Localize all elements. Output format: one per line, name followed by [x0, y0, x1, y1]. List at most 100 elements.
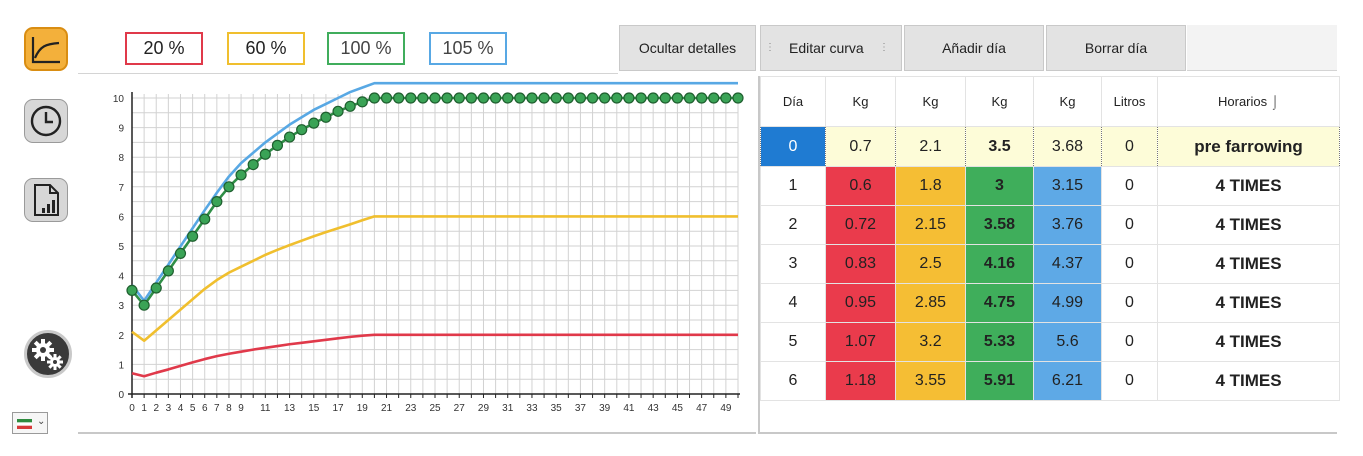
data-point-100[interactable] — [223, 181, 235, 193]
data-point-100[interactable] — [235, 169, 247, 181]
data-point-100[interactable] — [174, 247, 187, 259]
cell-liters[interactable]: 0 — [1101, 166, 1158, 206]
cell-kg-60[interactable]: 2.1 — [895, 126, 966, 167]
data-point-100[interactable] — [199, 213, 211, 225]
cell-kg-100[interactable]: 4.16 — [965, 244, 1034, 284]
cell-kg-60[interactable]: 2.85 — [895, 283, 966, 323]
data-point-100[interactable] — [356, 96, 368, 108]
legend-item-60[interactable]: 60 % — [227, 32, 305, 65]
data-point-100[interactable] — [671, 92, 684, 104]
cell-kg-105[interactable]: 3.68 — [1033, 126, 1102, 167]
data-point-100[interactable] — [150, 282, 162, 294]
col-header-kg-100[interactable]: Kg — [965, 76, 1034, 127]
data-point-100[interactable] — [417, 92, 429, 104]
data-point-100[interactable] — [247, 158, 259, 171]
report-button[interactable] — [24, 178, 68, 222]
cell-kg-100[interactable]: 3.58 — [965, 205, 1034, 245]
cell-kg-60[interactable]: 2.15 — [895, 205, 966, 245]
data-point-100[interactable] — [405, 92, 417, 104]
cell-kg-100[interactable]: 5.33 — [965, 322, 1034, 362]
cell-kg-60[interactable]: 2.5 — [895, 244, 966, 284]
cell-kg-105[interactable]: 3.76 — [1033, 205, 1102, 245]
data-point-100[interactable] — [538, 92, 550, 104]
cell-day[interactable]: 6 — [760, 361, 826, 401]
cell-liters[interactable]: 0 — [1101, 205, 1158, 245]
cell-kg-60[interactable]: 3.55 — [895, 361, 966, 401]
data-point-100[interactable] — [283, 131, 296, 143]
data-point-100[interactable] — [186, 230, 199, 242]
legend-item-100[interactable]: 100 % — [327, 32, 405, 65]
table-row[interactable]: 0 0.7 2.1 3.5 3.68 0 pre farrowing — [760, 126, 1340, 167]
data-point-100[interactable] — [490, 92, 502, 104]
data-point-100[interactable] — [720, 92, 732, 104]
data-point-100[interactable] — [550, 92, 562, 104]
data-point-100[interactable] — [453, 92, 465, 104]
language-selector[interactable]: ⌄ — [12, 412, 48, 434]
cell-liters[interactable]: 0 — [1101, 283, 1158, 323]
cell-kg-20[interactable]: 0.7 — [825, 126, 896, 167]
data-point-100[interactable] — [429, 92, 441, 104]
cell-liters[interactable]: 0 — [1101, 244, 1158, 284]
col-header-kg-20[interactable]: Kg — [825, 76, 896, 127]
data-point-100[interactable] — [708, 92, 720, 104]
cell-kg-20[interactable]: 1.07 — [825, 322, 896, 362]
cell-day[interactable]: 3 — [760, 244, 826, 284]
data-point-100[interactable] — [162, 265, 174, 277]
cell-kg-20[interactable]: 1.18 — [825, 361, 896, 401]
data-point-100[interactable] — [380, 92, 393, 104]
data-point-100[interactable] — [211, 195, 223, 208]
cell-schedule[interactable]: pre farrowing — [1157, 126, 1340, 167]
cell-schedule[interactable]: 4 TIMES — [1157, 322, 1340, 362]
legend-item-105[interactable]: 105 % — [429, 32, 507, 65]
cell-kg-60[interactable]: 1.8 — [895, 166, 966, 206]
cell-liters[interactable]: 0 — [1101, 322, 1158, 362]
cell-kg-100[interactable]: 4.75 — [965, 283, 1034, 323]
cell-kg-20[interactable]: 0.72 — [825, 205, 896, 245]
cell-kg-100[interactable]: 3.5 — [965, 126, 1034, 167]
cell-liters[interactable]: 0 — [1101, 126, 1158, 167]
cell-kg-100[interactable]: 3 — [965, 166, 1034, 206]
data-point-100[interactable] — [586, 92, 599, 104]
cell-schedule[interactable]: 4 TIMES — [1157, 361, 1340, 401]
col-header-kg-60[interactable]: Kg — [895, 76, 966, 127]
data-point-100[interactable] — [126, 284, 138, 296]
data-point-100[interactable] — [562, 92, 574, 104]
data-point-100[interactable] — [465, 92, 477, 104]
cell-kg-20[interactable]: 0.6 — [825, 166, 896, 206]
edit-curve-button[interactable]: ⋮ Editar curva ⋮ — [760, 25, 902, 71]
cell-kg-20[interactable]: 0.95 — [825, 283, 896, 323]
data-point-100[interactable] — [574, 92, 587, 104]
data-point-100[interactable] — [526, 92, 538, 104]
cell-day[interactable]: 0 — [760, 126, 826, 167]
table-row[interactable]: 3 0.83 2.5 4.16 4.37 0 4 TIMES — [760, 244, 1340, 284]
data-point-100[interactable] — [308, 117, 320, 129]
cell-schedule[interactable]: 4 TIMES — [1157, 244, 1340, 284]
col-header-day[interactable]: Día — [760, 76, 826, 127]
data-point-100[interactable] — [635, 92, 647, 104]
col-header-kg-105[interactable]: Kg — [1033, 76, 1102, 127]
data-point-100[interactable] — [696, 92, 708, 104]
table-row[interactable]: 1 0.6 1.8 3 3.15 0 4 TIMES — [760, 166, 1340, 206]
data-point-100[interactable] — [611, 92, 623, 104]
data-point-100[interactable] — [647, 92, 659, 104]
growth-curve-button[interactable] — [24, 27, 68, 71]
data-point-100[interactable] — [138, 299, 150, 311]
table-row[interactable]: 6 1.18 3.55 5.91 6.21 0 4 TIMES — [760, 361, 1340, 401]
hide-details-button[interactable]: Ocultar detalles — [619, 25, 756, 71]
data-point-100[interactable] — [271, 139, 284, 151]
cell-liters[interactable]: 0 — [1101, 361, 1158, 401]
delete-day-button[interactable]: Borrar día — [1046, 25, 1186, 71]
data-point-100[interactable] — [623, 92, 635, 104]
legend-item-20[interactable]: 20 % — [125, 32, 203, 65]
data-point-100[interactable] — [368, 92, 380, 104]
settings-button[interactable] — [24, 330, 72, 378]
data-point-100[interactable] — [502, 92, 514, 104]
col-header-schedule[interactable]: Horarios ⌡ — [1157, 76, 1340, 127]
schedule-button[interactable] — [24, 99, 68, 143]
cell-schedule[interactable]: 4 TIMES — [1157, 205, 1340, 245]
cell-day[interactable]: 4 — [760, 283, 826, 323]
data-point-100[interactable] — [441, 92, 453, 104]
data-point-100[interactable] — [514, 92, 526, 104]
cell-kg-60[interactable]: 3.2 — [895, 322, 966, 362]
cell-day[interactable]: 2 — [760, 205, 826, 245]
